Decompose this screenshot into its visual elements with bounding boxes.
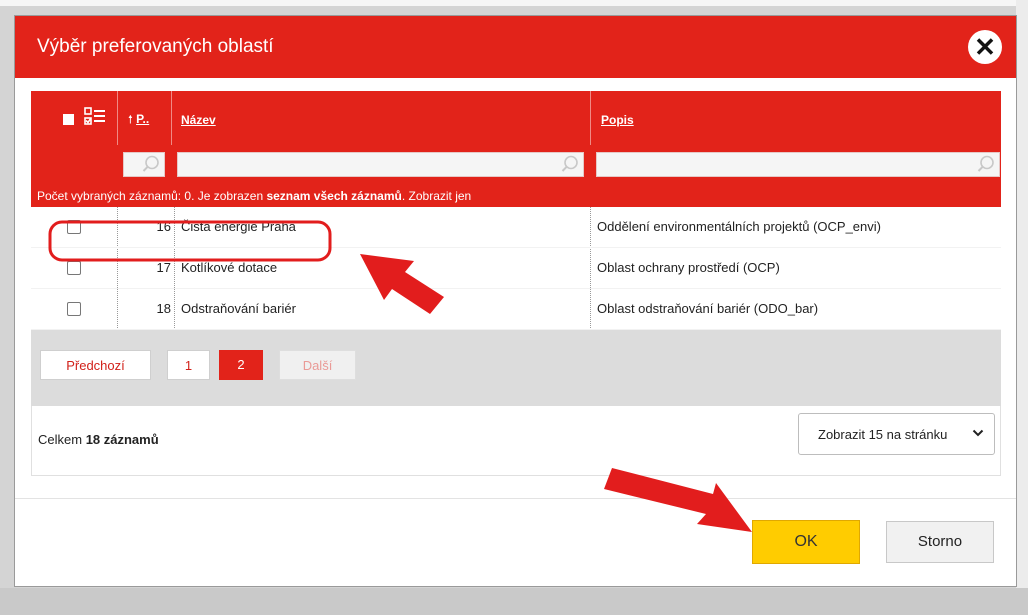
preferred-areas-dialog: Výběr preferovaných oblastí ✕ 🠕 P.. Náze…: [14, 15, 1017, 587]
all-records-link[interactable]: seznam všech záznamů: [266, 189, 401, 203]
grid-body: 16 Čistá energie Praha Oddělení environm…: [31, 207, 1001, 330]
sort-ascending-icon: 🠕: [128, 114, 133, 126]
filter-popis-input[interactable]: [596, 152, 1000, 177]
grid-header-row: 🠕 P.. Název Popis: [31, 91, 1001, 145]
pagination-bar: Předchozí 1 2 Další: [31, 330, 1001, 406]
storno-button[interactable]: Storno: [886, 521, 994, 563]
row-number: 18: [156, 301, 171, 316]
chevron-down-icon: [972, 429, 984, 437]
dialog-header: Výběr preferovaných oblastí ✕: [15, 16, 1016, 78]
page-background-top: [0, 0, 1028, 6]
per-page-value: Zobrazit 15 na stránku: [818, 427, 948, 442]
row-popis: Oblast ochrany prostředí (OCP): [597, 260, 780, 275]
row-checkbox[interactable]: [67, 302, 81, 316]
total-count: 18 záznamů: [85, 432, 159, 447]
dialog-footer-divider: [15, 498, 1016, 499]
table-row[interactable]: 17 Kotlíkové dotace Oblast ochrany prost…: [31, 248, 1001, 289]
column-separator: [117, 91, 118, 145]
search-icon: [561, 155, 578, 172]
table-row[interactable]: 16 Čistá energie Praha Oddělení environm…: [31, 207, 1001, 248]
row-nazev: Odstraňování bariér: [181, 301, 296, 316]
row-checkbox[interactable]: [67, 220, 81, 234]
row-checkbox[interactable]: [67, 261, 81, 275]
column-header-nazev[interactable]: Název: [181, 113, 216, 127]
areas-grid: 🠕 P.. Název Popis Počet vybraných záznam…: [31, 91, 1001, 476]
grid-filter-row: [31, 145, 1001, 185]
total-prefix: Celkem: [38, 432, 86, 447]
dialog-title: Výběr preferovaných oblastí: [37, 36, 274, 57]
column-header-p[interactable]: 🠕 P..: [128, 111, 149, 130]
total-records: Celkem 18 záznamů: [38, 432, 159, 447]
row-popis: Oddělení environmentálních projektů (OCP…: [597, 219, 881, 234]
grid-footer: Celkem 18 záznamů Zobrazit 15 na stránku: [31, 406, 1001, 476]
column-separator: [171, 91, 172, 145]
column-header-popis[interactable]: Popis: [601, 113, 634, 127]
selection-info-text: Počet vybraných záznamů: 0. Je zobrazen: [37, 189, 267, 203]
row-popis: Oblast odstraňování bariér (ODO_bar): [597, 301, 819, 316]
close-button[interactable]: ✕: [968, 30, 1002, 64]
filter-p-input[interactable]: [123, 152, 165, 177]
page-2-button[interactable]: 2: [219, 350, 263, 380]
previous-page-button[interactable]: Předchozí: [40, 350, 151, 380]
ok-button[interactable]: OK: [752, 520, 860, 564]
search-icon: [142, 155, 159, 172]
checkbox-list-icon[interactable]: [84, 106, 106, 130]
selection-info-suffix[interactable]: . Zobrazit jen: [402, 189, 471, 203]
row-number: 16: [156, 219, 171, 234]
table-row[interactable]: 18 Odstraňování bariér Oblast odstraňová…: [31, 289, 1001, 330]
select-all-checkbox[interactable]: [63, 114, 74, 125]
search-icon: [977, 155, 994, 172]
column-header-p-label: P..: [136, 112, 150, 126]
per-page-select[interactable]: Zobrazit 15 na stránku: [798, 413, 995, 455]
row-number: 17: [156, 260, 171, 275]
row-nazev: Kotlíkové dotace: [181, 260, 278, 275]
selection-info-bar: Počet vybraných záznamů: 0. Je zobrazen …: [31, 185, 1001, 207]
filter-nazev-input[interactable]: [177, 152, 584, 177]
close-icon: ✕: [974, 32, 996, 62]
row-nazev: Čistá energie Praha: [181, 219, 296, 234]
column-separator: [590, 91, 591, 145]
page-1-button[interactable]: 1: [167, 350, 210, 380]
page-background-side: [1016, 0, 1028, 615]
next-page-button[interactable]: Další: [279, 350, 356, 380]
page-background-bottom: [0, 588, 1028, 615]
